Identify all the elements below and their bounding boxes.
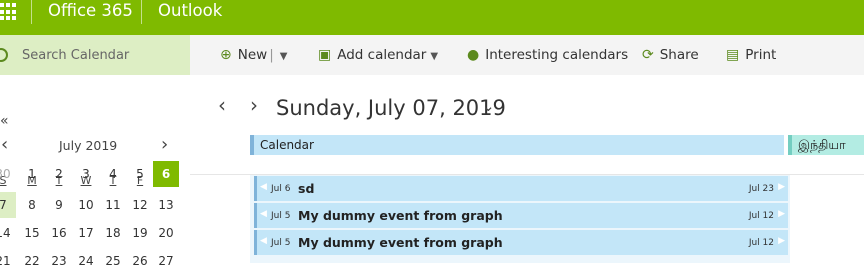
next-day-icon[interactable]: › xyxy=(250,95,258,115)
search-icon xyxy=(0,48,8,62)
print-label: Print xyxy=(745,47,777,63)
mini-calendar-day[interactable]: 12 xyxy=(127,192,153,218)
mini-calendar-day[interactable]: 22 xyxy=(19,248,45,274)
mini-calendar-day[interactable]: 20 xyxy=(153,220,179,246)
event-start-date: Jul 5 xyxy=(271,211,291,221)
chevron-down-icon[interactable]: ⌄ xyxy=(482,97,495,115)
command-bar: ⊕ New | ▼ ▣ Add calendar ▼ ● Interesting calen… xyxy=(190,35,864,75)
share-icon: ⟳ xyxy=(642,47,654,63)
event-end-date: Jul 12 xyxy=(748,238,774,248)
mini-calendar-day[interactable]: 10 xyxy=(73,192,99,218)
mini-calendar-day[interactable]: 4 xyxy=(100,161,126,187)
app-launcher-icon[interactable] xyxy=(0,3,16,21)
event-title: sd xyxy=(298,181,315,196)
event-title: My dummy event from graph xyxy=(298,235,503,250)
add-calendar-label: Add calendar xyxy=(337,47,427,63)
mini-calendar-day[interactable]: 8 xyxy=(19,192,45,218)
collapse-pane-icon[interactable]: « xyxy=(0,114,9,128)
mini-calendar-day[interactable]: 9 xyxy=(46,192,72,218)
calendar-add-icon: ▣ xyxy=(318,47,332,63)
add-calendar-button[interactable]: ▣ Add calendar ▼ xyxy=(318,47,438,63)
new-label: New xyxy=(237,47,268,63)
share-button[interactable]: ⟳ Share xyxy=(642,47,699,63)
mini-calendar-day[interactable]: 3 xyxy=(73,161,99,187)
arrow-right-icon: ▶ xyxy=(778,236,785,246)
suite-title[interactable]: Office 365 xyxy=(48,1,133,21)
mini-calendar-day[interactable]: 25 xyxy=(100,248,126,274)
mini-calendar-day[interactable]: 23 xyxy=(46,248,72,274)
interesting-calendars-label: Interesting calendars xyxy=(485,47,629,63)
mini-calendar-day[interactable]: 1 xyxy=(19,161,45,187)
arrow-right-icon: ▶ xyxy=(778,182,785,192)
share-label: Share xyxy=(659,47,699,63)
chevron-down-icon[interactable]: ▼ xyxy=(280,51,288,62)
interesting-calendars-button[interactable]: ● Interesting calendars xyxy=(467,47,628,63)
mini-calendar-day[interactable]: 18 xyxy=(100,220,126,246)
arrow-left-icon: ◀ xyxy=(260,182,267,192)
event-title: My dummy event from graph xyxy=(298,208,503,223)
mini-calendar-day[interactable]: 16 xyxy=(46,220,72,246)
previous-day-icon[interactable]: ‹ xyxy=(218,95,226,115)
lightbulb-icon: ● xyxy=(467,47,480,63)
event-start-date: Jul 5 xyxy=(271,238,291,248)
mini-calendar-day[interactable]: 2 xyxy=(46,161,72,187)
arrow-left-icon: ◀ xyxy=(260,236,267,246)
prev-month-icon[interactable]: ‹ xyxy=(1,136,8,154)
left-pane: Search Calendar « ‹ July 2019 › S M T W … xyxy=(0,35,190,268)
app-title[interactable]: Outlook xyxy=(158,1,222,21)
all-day-event[interactable]: ◀ Jul 5 My dummy event from graph Jul 12… xyxy=(254,203,788,228)
divider xyxy=(31,0,32,24)
mini-calendar-day[interactable]: 30 xyxy=(0,161,16,187)
mini-calendar-day[interactable]: 15 xyxy=(19,220,45,246)
mini-calendar-day[interactable]: 26 xyxy=(127,248,153,274)
mini-calendar-day[interactable]: 21 xyxy=(0,248,16,274)
plus-circle-icon: ⊕ xyxy=(220,47,232,63)
mini-calendar-today[interactable]: 6 xyxy=(153,161,179,187)
top-bar: Office 365 Outlook xyxy=(0,0,864,35)
mini-calendar-day[interactable]: 17 xyxy=(73,220,99,246)
event-end-date: Jul 12 xyxy=(748,211,774,221)
arrow-left-icon: ◀ xyxy=(260,209,267,219)
printer-icon: ▤ xyxy=(726,47,740,63)
calendar-column-header[interactable]: Calendar xyxy=(250,135,784,155)
mini-calendar-month[interactable]: July 2019 xyxy=(59,138,117,153)
print-button[interactable]: ▤ Print xyxy=(726,47,776,63)
calendar-column-header[interactable]: இந்தியா xyxy=(788,135,864,155)
divider xyxy=(141,0,142,24)
main-pane: ⊕ New | ▼ ▣ Add calendar ▼ ● Interesting calen… xyxy=(190,35,864,263)
date-title[interactable]: Sunday, July 07, 2019 xyxy=(276,96,506,120)
all-day-event[interactable]: ◀ Jul 5 My dummy event from graph Jul 12… xyxy=(254,230,788,255)
search-input[interactable]: Search Calendar xyxy=(22,48,129,63)
new-button[interactable]: ⊕ New | ▼ xyxy=(220,47,287,63)
mini-calendar-day[interactable]: 5 xyxy=(127,161,153,187)
next-month-icon[interactable]: › xyxy=(161,136,168,154)
event-end-date: Jul 23 xyxy=(748,184,774,194)
calendar-name: இந்தியா xyxy=(798,137,846,152)
all-day-event[interactable]: ◀ Jul 6 sd Jul 23 ▶ xyxy=(254,176,788,201)
mini-calendar-day[interactable]: 19 xyxy=(127,220,153,246)
calendar-name: Calendar xyxy=(260,138,314,152)
search-calendar-box[interactable]: Search Calendar xyxy=(0,35,190,75)
arrow-right-icon: ▶ xyxy=(778,209,785,219)
chevron-down-icon: ▼ xyxy=(430,51,439,62)
mini-calendar-day[interactable]: 24 xyxy=(73,248,99,274)
mini-calendar-day[interactable]: 11 xyxy=(100,192,126,218)
mini-calendar-selected-day[interactable]: 7 xyxy=(0,192,16,218)
event-start-date: Jul 6 xyxy=(271,184,291,194)
mini-calendar-day[interactable]: 13 xyxy=(153,192,179,218)
mini-calendar-day[interactable]: 27 xyxy=(153,248,179,274)
mini-calendar-day[interactable]: 14 xyxy=(0,220,16,246)
